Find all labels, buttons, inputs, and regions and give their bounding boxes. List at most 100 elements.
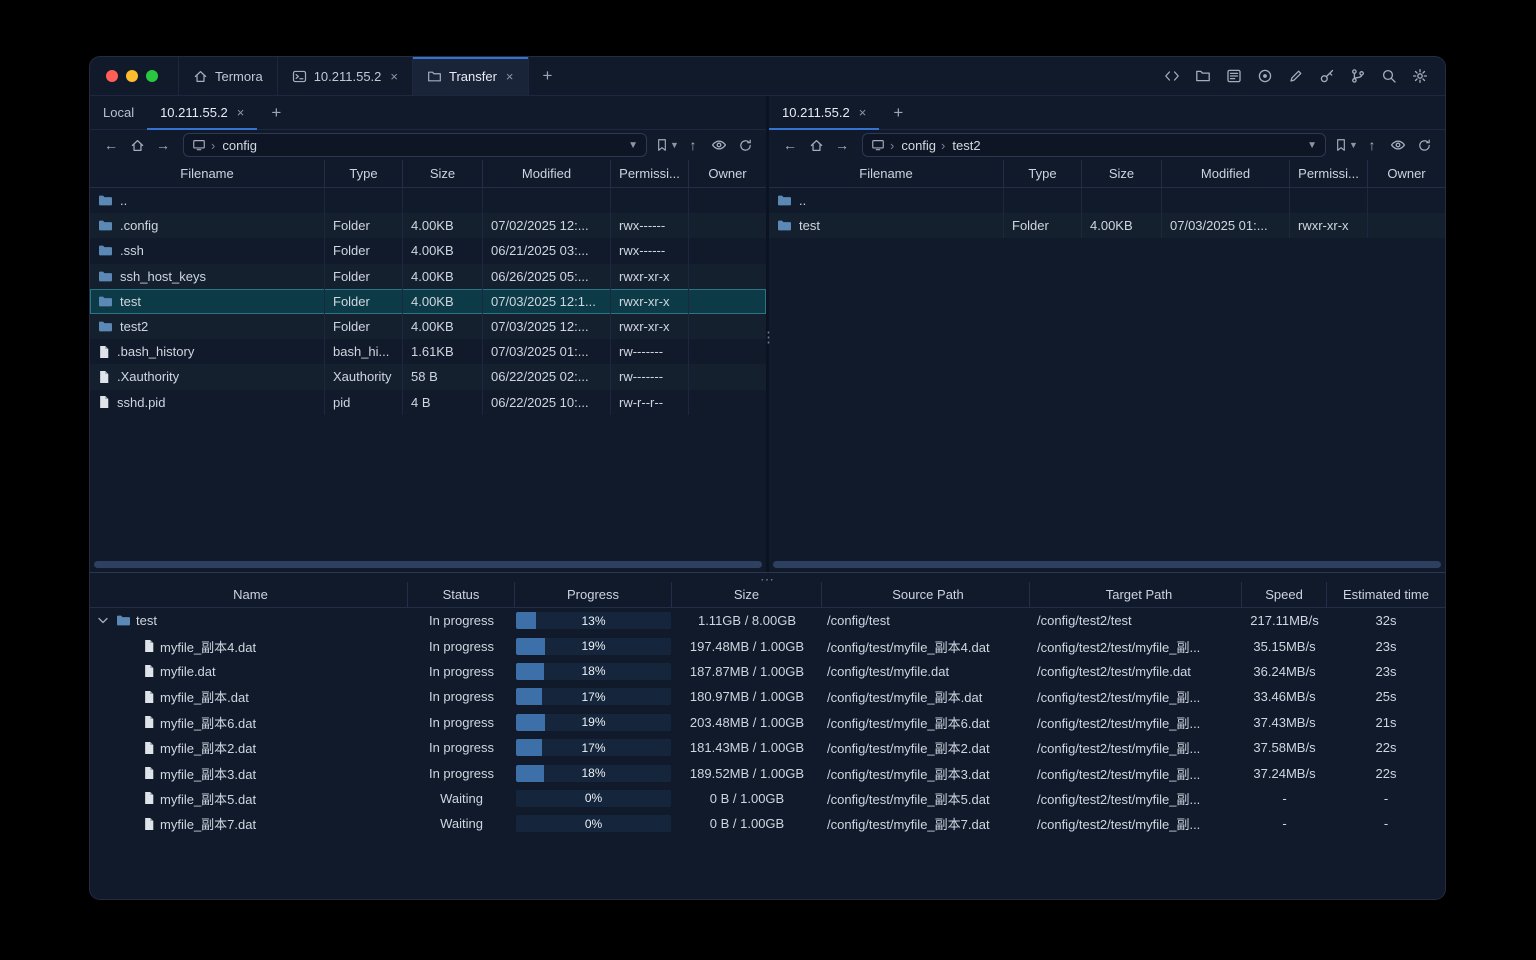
upload-icon[interactable]: ↑ [681,134,705,156]
transfer-row[interactable]: myfile_副本4.dat In progress 19% 197.48MB … [90,633,1445,658]
tab-remote-host[interactable]: 10.211.55.2 × [769,96,880,130]
breadcrumb-segment[interactable]: config [885,138,936,153]
minimize-window-button[interactable] [126,70,138,82]
close-icon[interactable]: × [506,69,514,84]
column-header-permissions[interactable]: Permissi... [1290,160,1368,187]
refresh-icon[interactable] [1412,134,1436,156]
left-path-input[interactable]: config ▼ [183,133,647,157]
horizontal-scrollbar[interactable] [94,561,762,568]
transfer-speed: 33.46MB/s [1253,689,1316,705]
column-header-filename[interactable]: Filename [769,160,1004,187]
breadcrumb-segment[interactable]: config [206,138,257,153]
file-permissions: rwxr-xr-x [1290,213,1368,239]
file-row[interactable]: .Xauthority Xauthority 58 B 06/22/2025 0… [90,364,766,390]
file-row[interactable]: test Folder 4.00KB 07/03/2025 12:1... rw… [90,288,766,314]
tab-host[interactable]: 10.211.55.2 × [276,57,412,95]
folder-icon [777,219,792,232]
pencil-icon[interactable] [1287,67,1305,85]
transfer-name: myfile.dat [160,663,216,679]
log-list-icon[interactable] [1225,67,1243,85]
bookmark-icon[interactable]: ▼ [1334,134,1358,156]
file-size: 4.00KB [403,313,483,340]
tab-remote-host[interactable]: 10.211.55.2 × [147,96,258,130]
file-row[interactable]: test2 Folder 4.00KB 07/03/2025 12:... rw… [90,313,766,340]
maximize-window-button[interactable] [146,70,158,82]
column-header-filename[interactable]: Filename [90,160,325,187]
column-header-size[interactable]: Size [403,160,483,187]
file-icon [143,664,155,678]
chevron-down-icon[interactable] [94,617,111,624]
column-header-size[interactable]: Size [672,582,822,607]
show-hidden-eye-icon[interactable] [1386,134,1410,156]
tab-termora[interactable]: Termora [178,57,277,95]
add-pane-tab-button[interactable]: + [879,96,917,129]
file-row[interactable]: sshd.pid pid 4 B 06/22/2025 10:... rw-r-… [90,389,766,415]
back-icon[interactable]: ← [778,134,802,156]
transfer-row[interactable]: myfile_副本3.dat In progress 18% 189.52MB … [90,760,1445,785]
new-tab-button[interactable]: + [529,57,567,95]
forward-icon[interactable]: → [151,134,175,156]
folder-manager-icon[interactable] [1194,67,1212,85]
column-header-type[interactable]: Type [1004,160,1082,187]
record-icon[interactable] [1256,67,1274,85]
forward-icon[interactable]: → [830,134,854,156]
file-row[interactable]: .bash_history bash_hi... 1.61KB 07/03/20… [90,339,766,365]
upload-icon[interactable]: ↑ [1360,134,1384,156]
close-icon[interactable]: × [237,105,245,120]
search-icon[interactable] [1380,67,1398,85]
add-pane-tab-button[interactable]: + [257,96,295,129]
code-icon[interactable] [1163,67,1181,85]
file-row[interactable]: .ssh Folder 4.00KB 06/21/2025 03:... rwx… [90,238,766,264]
file-owner [1368,188,1445,213]
show-hidden-eye-icon[interactable] [707,134,731,156]
back-icon[interactable]: ← [99,134,123,156]
column-header-speed[interactable]: Speed [1242,582,1327,607]
column-header-estimated-time[interactable]: Estimated time [1327,582,1445,607]
transfer-row[interactable]: myfile.dat In progress 18% 187.87MB / 1.… [90,659,1445,684]
tab-local[interactable]: Local [90,96,147,129]
column-header-source-path[interactable]: Source Path [822,582,1030,607]
column-header-type[interactable]: Type [325,160,403,187]
home-icon[interactable] [125,134,149,156]
column-header-owner[interactable]: Owner [689,160,766,187]
branch-icon[interactable] [1349,67,1367,85]
right-path-input[interactable]: configtest2 ▼ [862,133,1326,157]
refresh-icon[interactable] [733,134,757,156]
file-row[interactable]: ssh_host_keys Folder 4.00KB 06/26/2025 0… [90,263,766,289]
gear-icon[interactable] [1411,67,1429,85]
transfer-row[interactable]: myfile_副本2.dat In progress 17% 181.43MB … [90,735,1445,760]
column-header-owner[interactable]: Owner [1368,160,1445,187]
transfer-row[interactable]: test In progress 13% 1.11GB / 8.00GB /co… [90,608,1445,633]
column-header-modified[interactable]: Modified [1162,160,1290,187]
column-header-status[interactable]: Status [408,582,515,607]
horizontal-scrollbar[interactable] [773,561,1441,568]
home-icon[interactable] [804,134,828,156]
file-row[interactable]: .. [769,188,1445,214]
file-row[interactable]: test Folder 4.00KB 07/03/2025 01:... rwx… [769,213,1445,239]
transfer-row[interactable]: myfile_副本.dat In progress 17% 180.97MB /… [90,684,1445,709]
close-window-button[interactable] [106,70,118,82]
bookmark-icon[interactable]: ▼ [655,134,679,156]
column-header-size[interactable]: Size [1082,160,1162,187]
close-icon[interactable]: × [390,69,398,84]
tab-transfer[interactable]: Transfer × [412,57,529,95]
transfer-row[interactable]: myfile_副本7.dat Waiting 0% 0 B / 1.00GB /… [90,811,1445,836]
left-pane-tabs: Local 10.211.55.2 × + [90,96,766,130]
transfer-name: myfile_副本.dat [160,690,249,706]
key-icon[interactable] [1318,67,1336,85]
column-header-target-path[interactable]: Target Path [1030,582,1242,607]
close-icon[interactable]: × [859,105,867,120]
column-header-progress[interactable]: Progress [515,582,672,607]
transfer-row[interactable]: myfile_副本6.dat In progress 19% 203.48MB … [90,710,1445,735]
column-header-permissions[interactable]: Permissi... [611,160,689,187]
file-icon [143,639,155,653]
chevron-down-icon[interactable]: ▼ [1307,140,1317,151]
transfer-row[interactable]: myfile_副本5.dat Waiting 0% 0 B / 1.00GB /… [90,786,1445,811]
splitter-grip-icon[interactable]: ⋯ [760,571,775,588]
column-header-modified[interactable]: Modified [483,160,611,187]
file-row[interactable]: .config Folder 4.00KB 07/02/2025 12:... … [90,213,766,239]
breadcrumb-segment[interactable]: test2 [936,138,981,153]
chevron-down-icon[interactable]: ▼ [628,140,638,151]
column-header-name[interactable]: Name [90,582,408,607]
file-row[interactable]: .. [90,188,766,214]
